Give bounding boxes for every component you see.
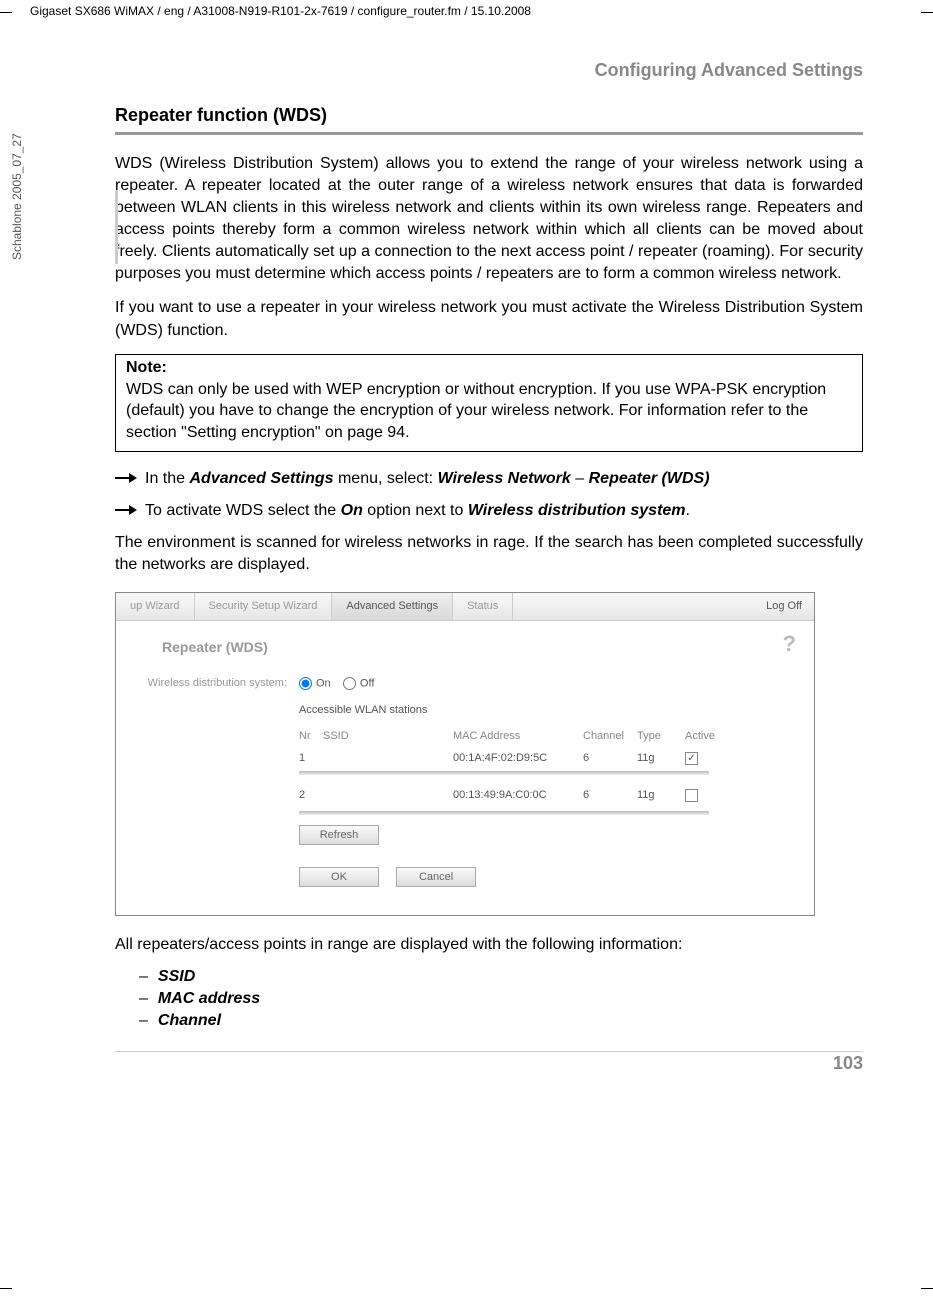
list-item: – SSID bbox=[115, 968, 863, 986]
arrow-icon bbox=[115, 472, 137, 484]
paragraph-1: WDS (Wireless Distribution System) allow… bbox=[115, 153, 863, 285]
tab-setup-wizard[interactable]: up Wizard bbox=[116, 593, 195, 620]
note-box: Note: WDS can only be used with WEP encr… bbox=[115, 354, 863, 453]
schablone-text: Schablone 2005_07_27 bbox=[10, 133, 24, 260]
list-item: – Channel bbox=[115, 1012, 863, 1030]
cell-mac: 00:13:49:9A:C0:0C bbox=[453, 789, 583, 805]
col-active: Active bbox=[685, 730, 733, 742]
crop-mark bbox=[0, 12, 12, 13]
crop-mark bbox=[921, 12, 933, 13]
dash-icon: – bbox=[139, 990, 148, 1008]
help-icon[interactable]: ? bbox=[783, 631, 796, 657]
title-rule bbox=[115, 132, 863, 135]
row-divider bbox=[299, 811, 709, 815]
step-2: To activate WDS select the On option nex… bbox=[115, 500, 863, 522]
cell-channel: 6 bbox=[583, 789, 637, 805]
text: . bbox=[686, 502, 690, 519]
table-row: 1 00:1A:4F:02:D9:5C 6 11g ✓ bbox=[299, 748, 786, 769]
tab-bar: up Wizard Security Setup Wizard Advanced… bbox=[116, 593, 814, 621]
table-row: 2 00:13:49:9A:C0:0C 6 11g bbox=[299, 785, 786, 809]
col-nr: Nr bbox=[299, 730, 323, 742]
text: option next to bbox=[363, 502, 468, 519]
col-ssid: SSID bbox=[323, 730, 453, 742]
list-item: – MAC address bbox=[115, 990, 863, 1008]
accessible-stations-label: Accessible WLAN stations bbox=[299, 704, 786, 716]
wds-on-label: On bbox=[316, 677, 331, 689]
wds-off-label: Off bbox=[360, 677, 374, 689]
header-path: Gigaset SX686 WiMAX / eng / A31008-N919-… bbox=[30, 4, 531, 18]
col-type: Type bbox=[637, 730, 685, 742]
text-bold: Repeater (WDS) bbox=[589, 470, 710, 487]
active-checkbox[interactable]: ✓ bbox=[685, 752, 698, 765]
tab-security-setup-wizard[interactable]: Security Setup Wizard bbox=[195, 593, 333, 620]
cell-type: 11g bbox=[637, 789, 685, 805]
note-text: WDS can only be used with WEP encryption… bbox=[126, 379, 852, 444]
dash-icon: – bbox=[139, 968, 148, 986]
paragraph-3: The environment is scanned for wireless … bbox=[115, 532, 863, 576]
sidebar-indicator bbox=[115, 190, 118, 264]
refresh-button[interactable]: Refresh bbox=[299, 825, 379, 845]
text-bold: Wireless Network bbox=[438, 470, 571, 487]
tab-status[interactable]: Status bbox=[453, 593, 513, 620]
subsection-title: Repeater function (WDS) bbox=[115, 105, 863, 126]
page-number: 103 bbox=[833, 1053, 863, 1074]
dash-icon: – bbox=[139, 1012, 148, 1030]
logoff-link[interactable]: Log Off bbox=[766, 600, 814, 612]
active-checkbox[interactable] bbox=[685, 789, 698, 802]
crop-mark bbox=[921, 1288, 933, 1289]
list-text: Channel bbox=[158, 1012, 221, 1030]
table-header: Nr SSID MAC Address Channel Type Active bbox=[299, 730, 786, 742]
wds-label: Wireless distribution system: bbox=[144, 677, 299, 690]
text: – bbox=[571, 470, 589, 487]
col-mac: MAC Address bbox=[453, 730, 583, 742]
text-bold: Advanced Settings bbox=[189, 470, 333, 487]
page-title: Repeater (WDS) bbox=[162, 639, 786, 655]
crop-mark bbox=[0, 1288, 12, 1289]
cell-ssid bbox=[323, 752, 453, 765]
paragraph-4: All repeaters/access points in range are… bbox=[115, 934, 863, 956]
router-ui-screenshot: up Wizard Security Setup Wizard Advanced… bbox=[115, 592, 815, 916]
cancel-button[interactable]: Cancel bbox=[396, 867, 476, 887]
text-bold: On bbox=[341, 502, 363, 519]
arrow-icon bbox=[115, 504, 137, 516]
paragraph-2: If you want to use a repeater in your wi… bbox=[115, 297, 863, 341]
list-text: SSID bbox=[158, 968, 195, 986]
wds-on-radio[interactable] bbox=[299, 677, 312, 690]
cell-mac: 00:1A:4F:02:D9:5C bbox=[453, 752, 583, 765]
text: In the bbox=[145, 470, 189, 487]
ok-button[interactable]: OK bbox=[299, 867, 379, 887]
note-label: Note: bbox=[126, 359, 852, 377]
cell-type: 11g bbox=[637, 752, 685, 765]
step-1: In the Advanced Settings menu, select: W… bbox=[115, 468, 863, 490]
row-divider bbox=[299, 771, 709, 775]
tab-advanced-settings[interactable]: Advanced Settings bbox=[332, 593, 453, 620]
footer-rule bbox=[115, 1051, 863, 1052]
section-title: Configuring Advanced Settings bbox=[115, 60, 863, 81]
cell-nr: 1 bbox=[299, 752, 323, 765]
cell-nr: 2 bbox=[299, 789, 323, 805]
cell-channel: 6 bbox=[583, 752, 637, 765]
list-text: MAC address bbox=[158, 990, 260, 1008]
text-bold: Wireless distribution system bbox=[468, 502, 686, 519]
text: menu, select: bbox=[334, 470, 438, 487]
col-channel: Channel bbox=[583, 730, 637, 742]
wds-off-radio[interactable] bbox=[343, 677, 356, 690]
text: To activate WDS select the bbox=[145, 502, 341, 519]
cell-ssid bbox=[323, 789, 453, 805]
